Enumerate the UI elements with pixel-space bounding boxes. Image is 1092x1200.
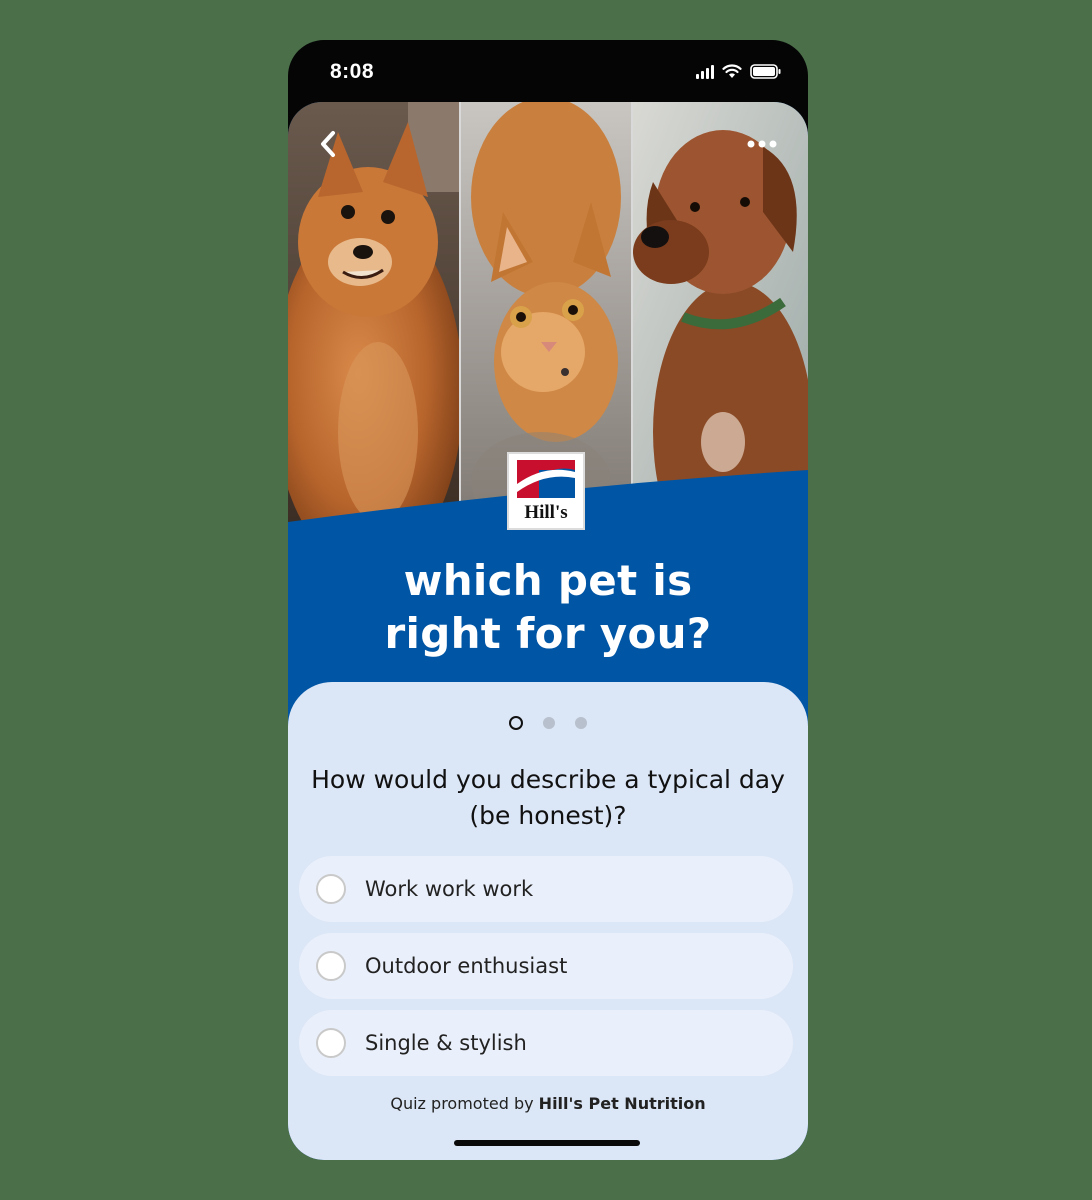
title-line-2: right for you? [384,609,712,658]
option-label: Single & stylish [365,1031,527,1055]
question-line-2: (be honest)? [469,801,627,830]
hero-banner: Hill's [288,102,808,602]
footer-brand[interactable]: Hill's Pet Nutrition [539,1094,706,1113]
quiz-option-work[interactable]: Work work work [299,856,793,922]
battery-icon [750,64,781,79]
option-label: Work work work [365,877,534,901]
progress-dot-active [509,716,523,730]
quiz-screen: Hill's which pet is right for you? How w… [288,102,808,1160]
footer-prefix: Quiz promoted by [390,1094,534,1113]
promoted-by-footer: Quiz promoted by Hill's Pet Nutrition [288,1094,808,1113]
hills-logo: Hill's [507,452,585,530]
radio-button[interactable] [316,951,346,981]
option-label: Outdoor enthusiast [365,954,568,978]
quiz-option-outdoor[interactable]: Outdoor enthusiast [299,933,793,999]
progress-dot [575,717,587,729]
chevron-left-icon [321,131,335,157]
phone-frame: 8:08 Hill's which pet is right for you? … [288,40,808,1160]
status-time: 8:08 [330,60,375,83]
question-line-1: How would you describe a typical day [311,765,785,794]
progress-dot [543,717,555,729]
quiz-option-single[interactable]: Single & stylish [299,1010,793,1076]
more-options-button[interactable] [740,122,784,166]
wifi-icon [722,64,742,78]
progress-dots [288,716,808,730]
more-horizontal-icon [747,140,777,148]
page-title: which pet is right for you? [288,554,808,660]
signal-icon [696,64,714,79]
quiz-question: How would you describe a typical day (be… [308,762,788,834]
status-bar: 8:08 [288,40,808,102]
radio-button[interactable] [316,874,346,904]
radio-button[interactable] [316,1028,346,1058]
title-line-1: which pet is [403,556,693,605]
back-button[interactable] [306,122,350,166]
status-icons [696,64,782,79]
home-indicator[interactable] [454,1140,640,1146]
quiz-card: How would you describe a typical day (be… [288,682,808,1160]
svg-text:Hill's: Hill's [524,502,567,523]
